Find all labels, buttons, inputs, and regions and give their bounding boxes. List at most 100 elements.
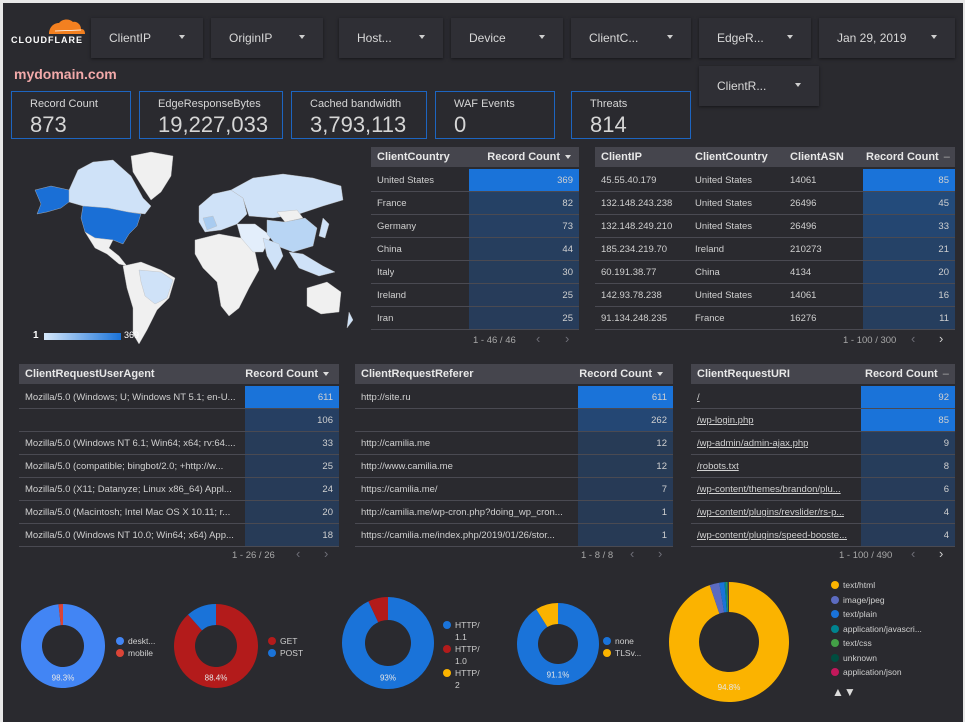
legend-item[interactable]: none: [603, 635, 641, 647]
prev-page-button[interactable]: ‹: [536, 331, 540, 346]
request-uri-cell[interactable]: /wp-admin/admin-ajax.php: [697, 438, 808, 449]
table-row[interactable]: 132.148.243.238 United States 26496 45: [595, 192, 955, 215]
table-row[interactable]: Iran 25: [371, 307, 579, 330]
legend-item[interactable]: GET: [268, 635, 303, 647]
table-row[interactable]: /robots.txt 8: [691, 455, 955, 478]
legend-item[interactable]: image/jpeg: [831, 593, 922, 608]
table-row[interactable]: 132.148.249.210 United States 26496 33: [595, 215, 955, 238]
table-row[interactable]: Mozilla/5.0 (X11; Datanyze; Linux x86_64…: [19, 478, 339, 501]
legend-item[interactable]: mobile: [116, 647, 155, 659]
donut-chart-content-type[interactable]: 94.8%: [669, 582, 789, 702]
column-header-request-uri[interactable]: ClientRequestURI: [697, 368, 790, 380]
table-row[interactable]: China 44: [371, 238, 579, 261]
filter-client-country[interactable]: ClientC...: [571, 18, 691, 58]
table-row[interactable]: /wp-admin/admin-ajax.php 9: [691, 432, 955, 455]
donut-legend: text/html image/jpeg text/plain application…: [831, 578, 922, 680]
table-row[interactable]: 142.93.78.238 United States 14061 16: [595, 284, 955, 307]
prev-page-button[interactable]: ‹: [296, 546, 300, 561]
table-row[interactable]: 60.191.38.77 China 4134 20: [595, 261, 955, 284]
legend-item[interactable]: HTTP/​2: [443, 667, 483, 691]
next-page-button[interactable]: ›: [939, 331, 943, 346]
table-row[interactable]: Italy 30: [371, 261, 579, 284]
request-uri-cell[interactable]: /wp-content/themes/brandon/plu...: [697, 484, 841, 495]
prev-page-button[interactable]: ‹: [630, 546, 634, 561]
filter-origin-ip[interactable]: OriginIP: [211, 18, 323, 58]
table-row[interactable]: http://camilia.me/wp-cron.php?doing_wp_c…: [355, 501, 673, 524]
filter-client-request[interactable]: ClientR...: [699, 66, 819, 106]
table-row[interactable]: /wp-login.php 85: [691, 409, 955, 432]
table-row[interactable]: Mozilla/5.0 (compatible; bingbot/2.0; +h…: [19, 455, 339, 478]
column-header-client-asn[interactable]: ClientASN: [790, 151, 844, 163]
table-row[interactable]: 185.234.219.70 Ireland 210273 21: [595, 238, 955, 261]
column-header-record-count[interactable]: Record Count: [579, 368, 663, 380]
column-header-record-count[interactable]: Record Count –: [866, 151, 950, 163]
table-row[interactable]: /wp-content/plugins/speed-booste... 4: [691, 524, 955, 547]
table-row[interactable]: Mozilla/5.0 (Windows; U; Windows NT 5.1;…: [19, 386, 339, 409]
donut-chart-protocol[interactable]: 93%: [342, 597, 434, 689]
table-row[interactable]: / 92: [691, 386, 955, 409]
column-header-user-agent[interactable]: ClientRequestUserAgent: [25, 368, 155, 380]
legend-item[interactable]: TLSv...: [603, 647, 641, 659]
donut-chart-device[interactable]: 98.3%: [21, 604, 105, 688]
geo-map[interactable]: 1 369: [23, 148, 354, 348]
next-page-button[interactable]: ›: [658, 546, 662, 561]
legend-item[interactable]: HTTP/​1.1: [443, 619, 483, 643]
table-row[interactable]: Mozilla/5.0 (Windows NT 6.1; Win64; x64;…: [19, 432, 339, 455]
table-row[interactable]: Ireland 25: [371, 284, 579, 307]
table-row[interactable]: http://site.ru 611: [355, 386, 673, 409]
table-row[interactable]: https://camilia.me/index.php/2019/01/26/…: [355, 524, 673, 547]
request-uri-cell[interactable]: /wp-content/plugins/speed-booste...: [697, 530, 847, 541]
filter-host[interactable]: Host...: [339, 18, 443, 58]
legend-pager-button[interactable]: ▲▼: [832, 685, 856, 699]
column-header-client-ip[interactable]: ClientIP: [601, 151, 642, 163]
prev-page-button[interactable]: ‹: [911, 546, 915, 561]
legend-item[interactable]: application/javascri...: [831, 622, 922, 637]
prev-page-button[interactable]: ‹: [911, 331, 915, 346]
table-row[interactable]: http://camilia.me 12: [355, 432, 673, 455]
filter-device[interactable]: Device: [451, 18, 563, 58]
column-header-referer[interactable]: ClientRequestReferer: [361, 368, 473, 380]
next-page-button[interactable]: ›: [939, 546, 943, 561]
table-row[interactable]: 91.134.248.235 France 16276 11: [595, 307, 955, 330]
legend-item[interactable]: text/css: [831, 636, 922, 651]
column-header-record-count[interactable]: Record Count –: [865, 368, 949, 380]
table-row[interactable]: 106: [19, 409, 339, 432]
table-row[interactable]: France 82: [371, 192, 579, 215]
country-cell: Ireland: [377, 290, 407, 301]
request-uri-cell[interactable]: /robots.txt: [697, 461, 739, 472]
legend-item[interactable]: text/html: [831, 578, 922, 593]
column-header-client-country[interactable]: ClientCountry: [695, 151, 768, 163]
table-row[interactable]: Germany 73: [371, 215, 579, 238]
legend-item[interactable]: application/json: [831, 665, 922, 680]
legend-item[interactable]: HTTP/​1.0: [443, 643, 483, 667]
next-page-button[interactable]: ›: [565, 331, 569, 346]
column-header-record-count[interactable]: Record Count: [245, 368, 329, 380]
table-row[interactable]: /wp-content/themes/brandon/plu... 6: [691, 478, 955, 501]
request-uri-cell[interactable]: /: [697, 392, 700, 403]
filter-edge-response[interactable]: EdgeR...: [699, 18, 811, 58]
date-range-picker[interactable]: Jan 29, 2019: [819, 18, 955, 58]
request-uri-cell[interactable]: /wp-content/plugins/revslider/rs-p...: [697, 507, 844, 518]
client-ip-cell: 60.191.38.77: [601, 267, 657, 278]
legend-item[interactable]: POST: [268, 647, 303, 659]
world-map[interactable]: [23, 148, 354, 348]
column-header-label: Record Count: [245, 368, 318, 380]
table-row[interactable]: Mozilla/5.0 (Macintosh; Intel Mac OS X 1…: [19, 501, 339, 524]
request-uri-cell[interactable]: /wp-login.php: [697, 415, 754, 426]
donut-chart-method[interactable]: 88.4%: [174, 604, 258, 688]
donut-chart-tls[interactable]: 91.1%: [517, 603, 599, 685]
table-row[interactable]: 262: [355, 409, 673, 432]
filter-client-ip[interactable]: ClientIP: [91, 18, 203, 58]
column-header-country[interactable]: ClientCountry: [377, 151, 450, 163]
table-row[interactable]: 45.55.40.179 United States 14061 85: [595, 169, 955, 192]
legend-item[interactable]: unknown: [831, 651, 922, 666]
legend-item[interactable]: deskt...: [116, 635, 155, 647]
table-row[interactable]: http://www.camilia.me 12: [355, 455, 673, 478]
table-row[interactable]: /wp-content/plugins/revslider/rs-p... 4: [691, 501, 955, 524]
table-row[interactable]: United States 369: [371, 169, 579, 192]
column-header-record-count[interactable]: Record Count: [487, 151, 571, 163]
next-page-button[interactable]: ›: [324, 546, 328, 561]
table-row[interactable]: https://camilia.me/7: [355, 478, 673, 501]
table-row[interactable]: Mozilla/5.0 (Windows NT 10.0; Win64; x64…: [19, 524, 339, 547]
legend-item[interactable]: text/plain: [831, 607, 922, 622]
